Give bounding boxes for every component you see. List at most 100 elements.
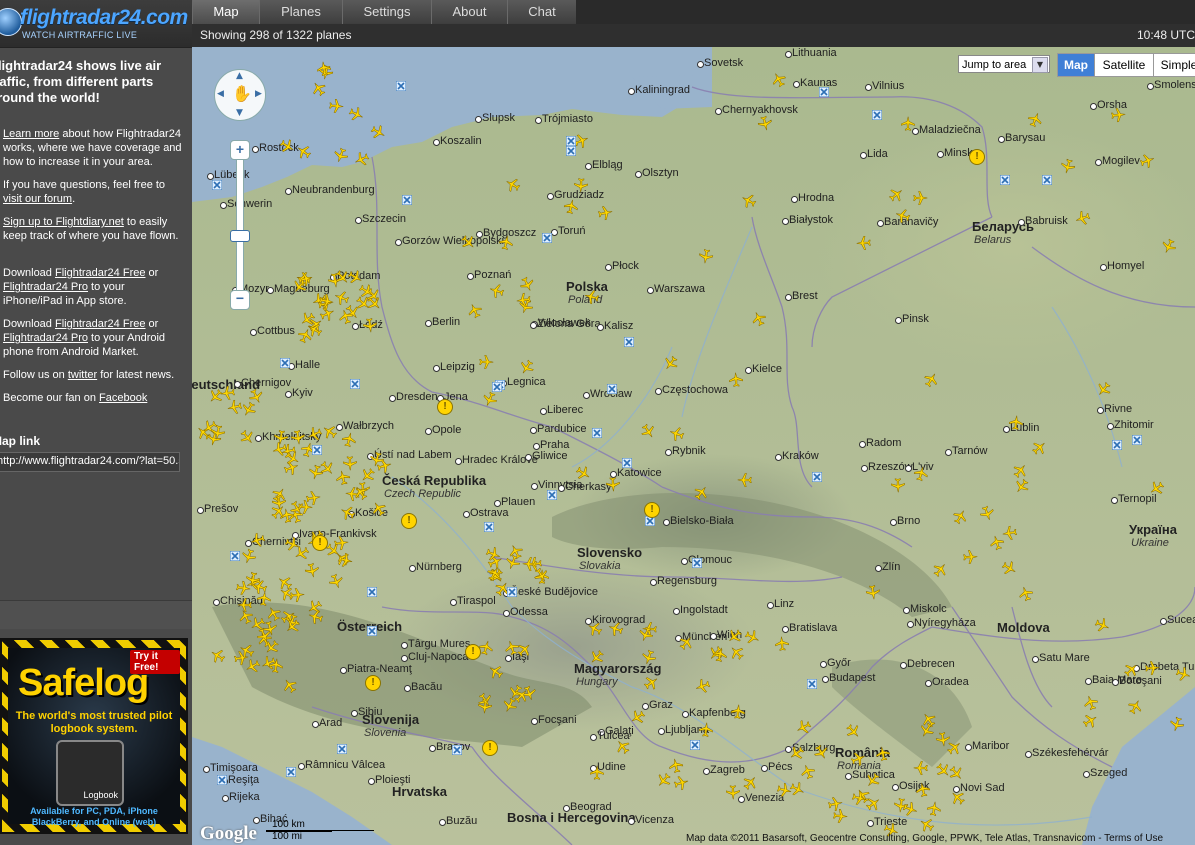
airplane-icon[interactable] — [865, 584, 881, 600]
airplane-icon[interactable] — [800, 764, 816, 780]
airplane-icon[interactable] — [1096, 381, 1112, 397]
airplane-icon[interactable] — [856, 235, 872, 251]
grounded-aircraft-icon[interactable] — [623, 334, 635, 348]
airplane-icon[interactable] — [522, 556, 538, 572]
airplane-icon[interactable] — [316, 61, 332, 77]
airplane-icon[interactable] — [1018, 586, 1034, 602]
grounded-aircraft-icon[interactable] — [606, 381, 618, 395]
airplane-icon[interactable] — [935, 731, 951, 747]
airplane-icon[interactable] — [337, 552, 353, 568]
airplane-icon[interactable] — [270, 504, 286, 520]
airplane-icon[interactable] — [362, 317, 378, 333]
airplane-icon[interactable] — [727, 628, 743, 644]
grounded-aircraft-icon[interactable] — [546, 487, 558, 501]
tab-about[interactable]: About — [431, 0, 508, 24]
airplane-icon[interactable] — [751, 311, 767, 327]
airplane-icon[interactable] — [284, 536, 300, 552]
airplane-icon[interactable] — [1001, 560, 1017, 576]
airplane-icon[interactable] — [277, 575, 293, 591]
airplane-icon[interactable] — [962, 549, 978, 565]
grounded-aircraft-icon[interactable] — [1111, 437, 1123, 451]
airplane-icon[interactable] — [482, 391, 498, 407]
airplane-icon[interactable] — [250, 532, 266, 548]
airport-info-pin[interactable]: ! — [437, 399, 453, 415]
airplane-icon[interactable] — [845, 723, 861, 739]
grounded-aircraft-icon[interactable] — [395, 78, 407, 92]
airplane-icon[interactable] — [505, 177, 521, 193]
grounded-aircraft-icon[interactable] — [1131, 432, 1143, 446]
permalink-input[interactable]: http://www.flightradar24.com/?lat=50.5 — [0, 452, 180, 472]
airplane-icon[interactable] — [1149, 480, 1165, 496]
airplane-icon[interactable] — [921, 712, 937, 728]
airplane-icon[interactable] — [268, 658, 284, 674]
airplane-icon[interactable] — [950, 790, 966, 806]
airplane-icon[interactable] — [932, 562, 948, 578]
airplane-icon[interactable] — [850, 751, 866, 767]
airplane-icon[interactable] — [915, 782, 931, 798]
airplane-icon[interactable] — [1139, 153, 1155, 169]
airplane-icon[interactable] — [729, 645, 745, 661]
airplane-icon[interactable] — [322, 424, 338, 440]
airport-info-pin[interactable]: ! — [644, 502, 660, 518]
airplane-icon[interactable] — [227, 399, 243, 415]
airplane-icon[interactable] — [252, 579, 268, 595]
airplane-icon[interactable] — [371, 501, 387, 517]
airplane-icon[interactable] — [589, 649, 605, 665]
airplane-icon[interactable] — [1161, 238, 1177, 254]
airplane-icon[interactable] — [952, 509, 968, 525]
twitter-link[interactable]: twitter — [68, 369, 97, 381]
grounded-aircraft-icon[interactable] — [336, 741, 348, 755]
airplane-icon[interactable] — [334, 269, 350, 285]
pan-control[interactable]: ✋ ▲ ▼ ◀ ▶ — [214, 69, 266, 121]
airplane-icon[interactable] — [477, 698, 493, 714]
airplane-icon[interactable] — [888, 187, 904, 203]
airplane-icon[interactable] — [789, 745, 805, 761]
airplane-icon[interactable] — [1175, 666, 1191, 682]
map-attribution[interactable]: Map data ©2011 Basarsoft, Geocentre Cons… — [686, 833, 1163, 844]
safelog-ad[interactable]: Try it Free! Safelog The world's most tr… — [0, 638, 188, 834]
airplane-icon[interactable] — [698, 248, 714, 264]
airplane-icon[interactable] — [235, 580, 251, 596]
airplane-icon[interactable] — [890, 477, 906, 493]
airplane-icon[interactable] — [1008, 415, 1024, 431]
airplane-icon[interactable] — [220, 385, 236, 401]
grounded-aircraft-icon[interactable] — [349, 376, 361, 390]
airplane-icon[interactable] — [742, 775, 758, 791]
airplane-icon[interactable] — [353, 485, 369, 501]
airplane-icon[interactable] — [827, 796, 843, 812]
airplane-icon[interactable] — [210, 424, 226, 440]
pan-right-icon[interactable]: ▶ — [255, 89, 262, 99]
airplane-icon[interactable] — [630, 709, 646, 725]
airplane-icon[interactable] — [1012, 463, 1028, 479]
android-pro-link[interactable]: Flightradar24 Pro — [3, 332, 88, 344]
airplane-icon[interactable] — [460, 234, 476, 250]
airplane-icon[interactable] — [489, 283, 505, 299]
airplane-icon[interactable] — [370, 124, 386, 140]
android-free-link[interactable]: Flightradar24 Free — [55, 318, 146, 330]
zoom-slider[interactable] — [236, 159, 244, 293]
zoom-out-button[interactable]: − — [230, 290, 250, 310]
tab-chat[interactable]: Chat — [507, 0, 577, 24]
airplane-icon[interactable] — [340, 505, 356, 521]
airplane-icon[interactable] — [1110, 107, 1126, 123]
airplane-icon[interactable] — [608, 621, 624, 637]
grounded-aircraft-icon[interactable] — [366, 584, 378, 598]
airplane-icon[interactable] — [813, 744, 829, 760]
grounded-aircraft-icon[interactable] — [565, 143, 577, 157]
airplane-icon[interactable] — [673, 775, 689, 791]
airplane-icon[interactable] — [575, 465, 591, 481]
airplane-icon[interactable] — [678, 635, 694, 651]
maptype-satellite-button[interactable]: Satellite — [1094, 53, 1154, 77]
airplane-icon[interactable] — [912, 190, 928, 206]
learn-more-link[interactable]: Learn more — [3, 128, 59, 140]
airplane-icon[interactable] — [338, 309, 354, 325]
airplane-icon[interactable] — [730, 704, 746, 720]
ios-pro-link[interactable]: Flightradar24 Pro — [3, 281, 88, 293]
airplane-icon[interactable] — [605, 476, 621, 492]
airplane-icon[interactable] — [638, 626, 654, 642]
airplane-icon[interactable] — [597, 205, 613, 221]
airplane-icon[interactable] — [485, 546, 501, 562]
airplane-icon[interactable] — [851, 790, 867, 806]
airplane-icon[interactable] — [669, 426, 685, 442]
airplane-icon[interactable] — [282, 678, 298, 694]
